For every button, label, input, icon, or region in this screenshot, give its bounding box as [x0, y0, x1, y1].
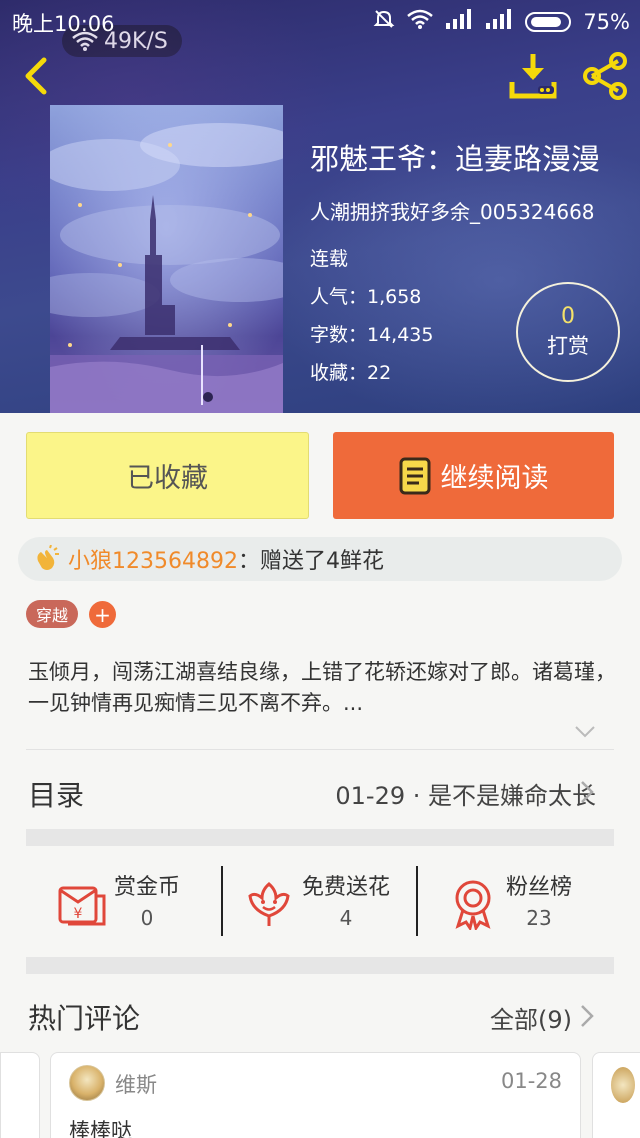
- comment-card[interactable]: 维斯 01-28 棒棒哒: [50, 1052, 581, 1138]
- chevron-down-icon[interactable]: [574, 722, 596, 742]
- download-button[interactable]: [508, 52, 558, 100]
- status-time: 晚上10:06: [12, 12, 115, 36]
- add-tag-button[interactable]: +: [89, 601, 116, 628]
- medal-icon: [455, 880, 491, 930]
- red-envelope-icon: ¥: [58, 886, 106, 925]
- free-flowers-stat[interactable]: 免费送花 4: [242, 850, 390, 955]
- book-cover[interactable]: [50, 105, 283, 413]
- book-title: 邪魅王爷：追妻路漫漫: [310, 142, 601, 176]
- tip-label: 打赏: [547, 334, 589, 358]
- collected-label: 已收藏: [127, 463, 208, 494]
- chevron-right-icon: [581, 781, 594, 803]
- comment-username[interactable]: 维斯: [115, 1069, 157, 1099]
- free-flowers-label: 免费送花: [302, 874, 391, 900]
- all-comments-label: 全部(9): [490, 1006, 572, 1034]
- mute-icon: [373, 8, 395, 35]
- hot-comments-title: 热门评论: [28, 1002, 141, 1035]
- wifi-icon: [407, 9, 434, 34]
- toc-label: 目录: [28, 779, 85, 812]
- chevron-left-icon: [25, 57, 47, 95]
- fan-ranking-label: 粉丝榜: [506, 874, 573, 900]
- signal-icon: [445, 9, 473, 34]
- svg-text:¥: ¥: [74, 906, 83, 922]
- comment-date: 01-28: [500, 1069, 562, 1093]
- flower-icon: [248, 881, 290, 926]
- collected-button[interactable]: 已收藏: [26, 432, 309, 519]
- fan-ranking-stat[interactable]: 粉丝榜 23: [446, 850, 572, 955]
- tip-count: 0: [561, 304, 575, 329]
- comment-card-next[interactable]: [592, 1052, 640, 1138]
- stats-divider: [221, 866, 223, 936]
- book-author[interactable]: 人潮拥挤我好多余_005324668: [310, 196, 595, 225]
- book-icon: [399, 457, 430, 494]
- status-indicators: 75%: [373, 8, 630, 35]
- book-synopsis[interactable]: 玉倾月，闯荡江湖喜结良缘，上错了花轿还嫁对了郎。诸葛瑾，一见钟情再见痴情三见不离…: [28, 657, 618, 719]
- gift-message: ：赠送了4鲜花: [237, 549, 384, 574]
- popularity-stat: 人气：1,658: [310, 286, 422, 308]
- comment-card-prev[interactable]: [0, 1052, 40, 1138]
- chevron-right-icon: [581, 1005, 594, 1027]
- clap-icon: [37, 545, 59, 570]
- comment-text: 棒棒哒: [69, 1119, 132, 1138]
- signal-icon-2: [485, 9, 513, 34]
- download-icon: [509, 54, 557, 99]
- continue-reading-label: 继续阅读: [440, 463, 549, 494]
- genre-tag[interactable]: 穿越: [26, 600, 79, 628]
- gift-user[interactable]: 小狼123564892: [68, 543, 238, 575]
- favorites-stat: 收藏：22: [310, 362, 392, 384]
- back-button[interactable]: [16, 54, 56, 98]
- word-count-stat: 字数：14,435: [310, 324, 434, 346]
- book-header: 晚上10:06 75% 49K/S 邪魅王爷：追妻路漫漫 人潮拥挤我好多余_00…: [0, 0, 640, 413]
- stats-divider: [416, 866, 418, 936]
- avatar[interactable]: [69, 1065, 105, 1101]
- reader-stats: ¥ 赏金币 0 免费送花 4 粉丝榜 23: [26, 850, 614, 955]
- book-detail-screen: 晚上10:06 75% 49K/S 邪魅王爷：追妻路漫漫 人潮拥挤我好多余_00…: [0, 0, 640, 1138]
- avatar: [611, 1067, 635, 1103]
- status-bar: 晚上10:06 75%: [0, 0, 640, 44]
- section-separator: [26, 829, 614, 846]
- continue-reading-button[interactable]: 继续阅读: [333, 432, 614, 519]
- battery-icon: [525, 11, 572, 32]
- tip-button[interactable]: 0 打赏: [516, 282, 620, 382]
- gold-coins-value: 0: [140, 905, 154, 930]
- share-button[interactable]: [580, 52, 630, 100]
- free-flowers-value: 4: [339, 905, 353, 930]
- section-separator: [26, 957, 614, 974]
- cover-illustration: [50, 105, 283, 413]
- share-icon: [583, 52, 627, 100]
- gold-coins-stat[interactable]: ¥ 赏金币 0: [54, 850, 180, 955]
- battery-level: 75%: [583, 9, 630, 34]
- gold-coins-label: 赏金币: [114, 874, 181, 900]
- latest-chapter: 01-29 · 是不是嫌命太长: [335, 782, 596, 810]
- divider: [26, 749, 614, 750]
- book-status: 连载: [310, 248, 349, 270]
- fan-ranking-value: 23: [526, 905, 552, 930]
- gift-notification[interactable]: 小狼123564892 ：赠送了4鲜花: [18, 537, 622, 581]
